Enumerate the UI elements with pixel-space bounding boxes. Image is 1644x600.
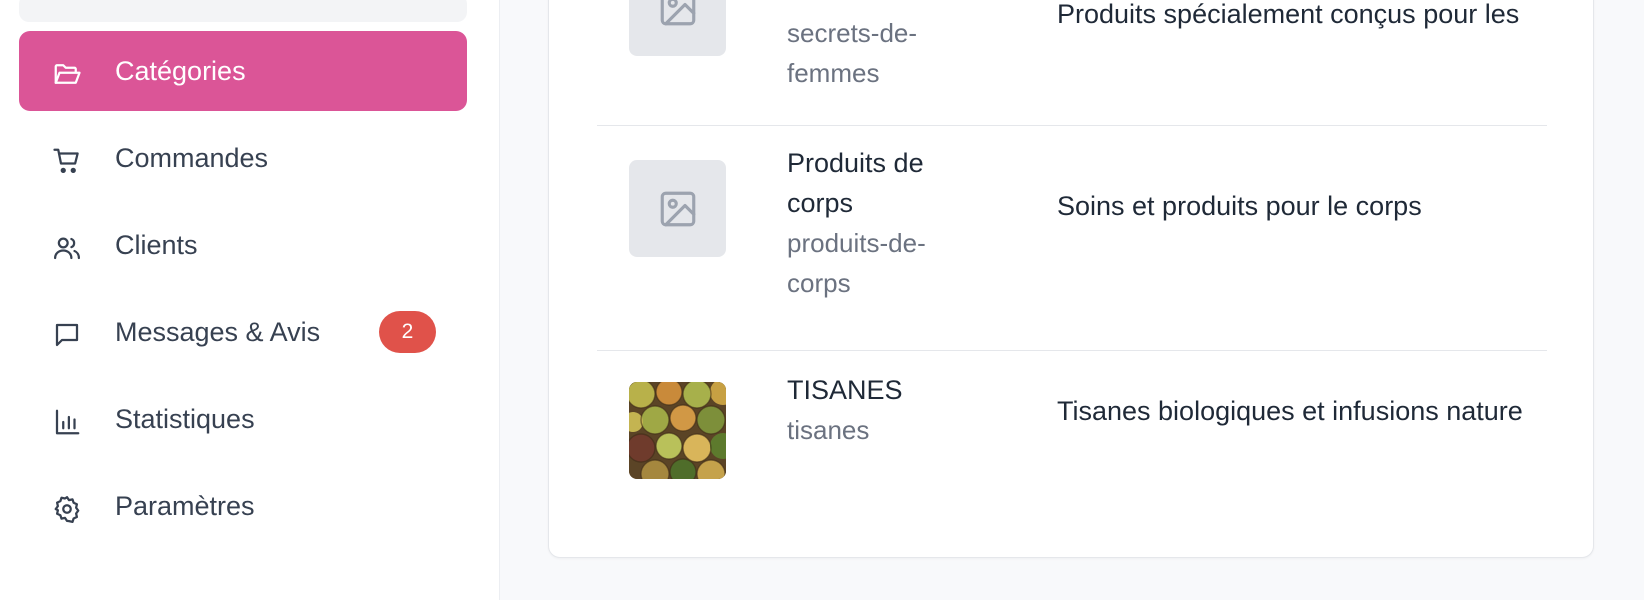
sidebar-item-parametres[interactable]: Paramètres [19,466,467,546]
category-slug: tisanes [787,415,870,445]
sidebar-item-messages[interactable]: Messages & Avis 2 [19,292,467,372]
image-placeholder-icon [629,160,726,257]
folder-open-icon [51,58,83,90]
herbal-tea-bags-photo [629,382,726,479]
sidebar-item-label: Catégories [115,56,246,86]
users-icon [51,232,83,264]
category-name: Produits de corps [787,148,924,218]
bar-chart-icon [51,406,83,438]
sidebar-item-clients[interactable]: Clients [19,205,467,285]
shopping-cart-icon [51,145,83,177]
message-square-icon [51,319,83,351]
category-name: TISANES [787,375,903,405]
category-slug: produits-de-corps [787,228,926,298]
table-row[interactable]: femmes secrets-de-femmes Produits spécia… [597,0,1547,125]
sidebar-item-label: Statistiques [115,404,255,434]
sidebar-item-categories[interactable]: Catégories [19,31,467,111]
sidebar-item-commandes[interactable]: Commandes [19,118,467,198]
category-description: Tisanes biologiques et infusions nature [1057,396,1523,426]
table-row[interactable]: TISANES tisanes Tisanes biologiques et i… [597,351,1547,541]
sidebar: Catégories Commandes Clients Messages & … [0,0,500,600]
unread-count-badge: 2 [379,311,436,353]
sidebar-item-statistiques[interactable]: Statistiques [19,379,467,459]
category-description: Produits spécialement conçus pour les [1057,0,1520,29]
table-row[interactable]: Produits de corps produits-de-corps Soin… [597,126,1547,350]
sidebar-item-label: Commandes [115,143,269,173]
categories-table-panel: femmes secrets-de-femmes Produits spécia… [548,0,1594,558]
category-description: Soins et produits pour le corps [1057,191,1422,221]
sidebar-item-partial[interactable] [19,0,467,22]
image-placeholder-icon [629,0,726,56]
sidebar-item-label: Paramètres [115,491,255,521]
gear-icon [51,493,83,525]
sidebar-item-label: Clients [115,230,198,260]
sidebar-item-label: Messages & Avis [115,317,321,347]
category-slug: secrets-de-femmes [787,18,918,88]
